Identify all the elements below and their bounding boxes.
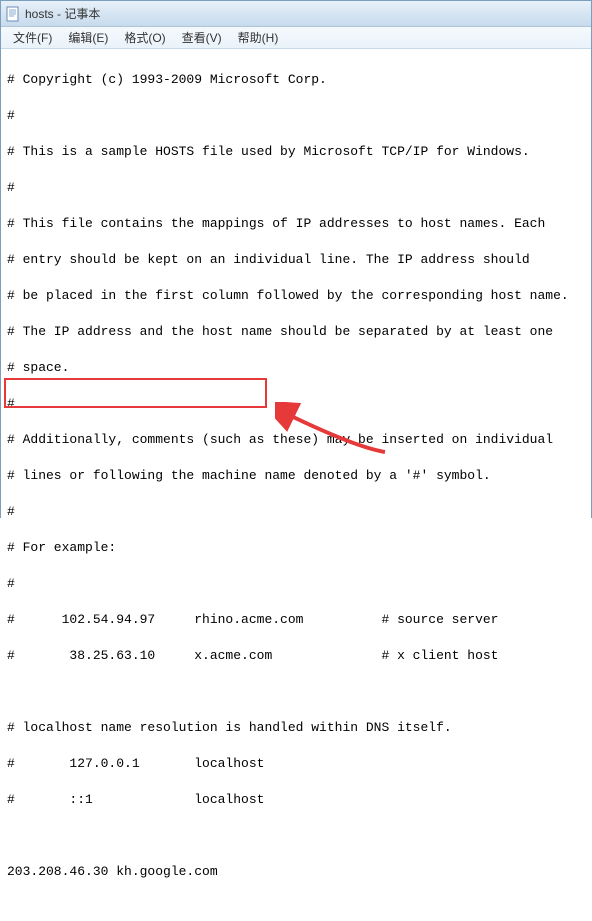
text-line: # ::1 localhost bbox=[7, 791, 585, 809]
text-line: # bbox=[7, 575, 585, 593]
text-line: # Additionally, comments (such as these)… bbox=[7, 431, 585, 449]
text-line: # bbox=[7, 503, 585, 521]
menu-file[interactable]: 文件(F) bbox=[5, 27, 60, 48]
text-line: # localhost name resolution is handled w… bbox=[7, 719, 585, 737]
text-line bbox=[7, 827, 585, 845]
titlebar[interactable]: hosts - 记事本 bbox=[1, 1, 591, 27]
menu-help[interactable]: 帮助(H) bbox=[230, 27, 287, 48]
notepad-window: hosts - 记事本 文件(F) 编辑(E) 格式(O) 查看(V) 帮助(H… bbox=[0, 0, 592, 518]
text-line: 203.208.46.30 kh.google.com bbox=[7, 863, 585, 881]
text-editor-area[interactable]: # Copyright (c) 1993-2009 Microsoft Corp… bbox=[1, 49, 591, 921]
notepad-icon bbox=[5, 6, 21, 22]
menubar: 文件(F) 编辑(E) 格式(O) 查看(V) 帮助(H) bbox=[1, 27, 591, 49]
menu-edit[interactable]: 编辑(E) bbox=[60, 27, 116, 48]
menu-format[interactable]: 格式(O) bbox=[116, 27, 173, 48]
text-line: # be placed in the first column followed… bbox=[7, 287, 585, 305]
text-line: # For example: bbox=[7, 539, 585, 557]
menu-view[interactable]: 查看(V) bbox=[174, 27, 230, 48]
text-line: # 102.54.94.97 rhino.acme.com # source s… bbox=[7, 611, 585, 629]
text-line: # 38.25.63.10 x.acme.com # x client host bbox=[7, 647, 585, 665]
text-line: # lines or following the machine name de… bbox=[7, 467, 585, 485]
text-line: # The IP address and the host name shoul… bbox=[7, 323, 585, 341]
text-line: # space. bbox=[7, 359, 585, 377]
text-line: # 127.0.0.1 localhost bbox=[7, 755, 585, 773]
text-line: # entry should be kept on an individual … bbox=[7, 251, 585, 269]
text-line: # This file contains the mappings of IP … bbox=[7, 215, 585, 233]
text-line bbox=[7, 683, 585, 701]
text-line: # bbox=[7, 107, 585, 125]
text-line: # This is a sample HOSTS file used by Mi… bbox=[7, 143, 585, 161]
text-line: # bbox=[7, 179, 585, 197]
text-line: # bbox=[7, 395, 585, 413]
text-line: # Copyright (c) 1993-2009 Microsoft Corp… bbox=[7, 71, 585, 89]
window-title: hosts - 记事本 bbox=[25, 5, 100, 22]
